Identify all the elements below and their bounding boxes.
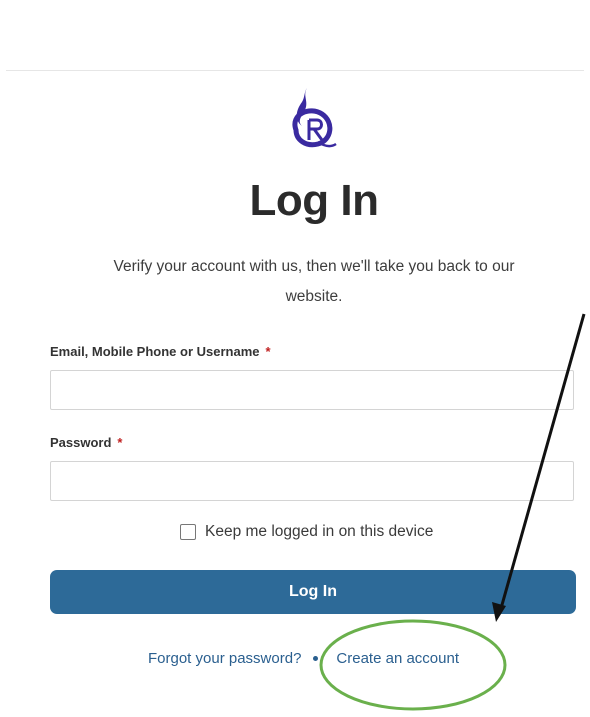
page-subtitle: Verify your account with us, then we'll … xyxy=(113,258,515,305)
separator-dot xyxy=(313,655,319,661)
keep-logged-in-checkbox[interactable] xyxy=(180,524,196,540)
required-mark: * xyxy=(265,344,271,359)
email-label: Email, Mobile Phone or Username * xyxy=(50,344,271,359)
page-title: Log In xyxy=(249,176,379,225)
email-field[interactable] xyxy=(50,370,574,410)
keep-logged-in-row[interactable]: Keep me logged in on this device xyxy=(180,521,433,543)
flame-r-logo-icon xyxy=(292,88,337,148)
password-field[interactable] xyxy=(50,461,574,501)
password-label: Password * xyxy=(50,435,123,450)
create-account-link[interactable]: Create an account xyxy=(336,650,459,667)
top-divider xyxy=(6,70,584,71)
keep-logged-in-label: Keep me logged in on this device xyxy=(205,523,434,540)
required-mark: * xyxy=(117,435,123,450)
account-links: Forgot your password? Create an account xyxy=(148,647,459,669)
login-button[interactable]: Log In xyxy=(50,570,576,614)
forgot-password-link[interactable]: Forgot your password? xyxy=(148,650,301,667)
